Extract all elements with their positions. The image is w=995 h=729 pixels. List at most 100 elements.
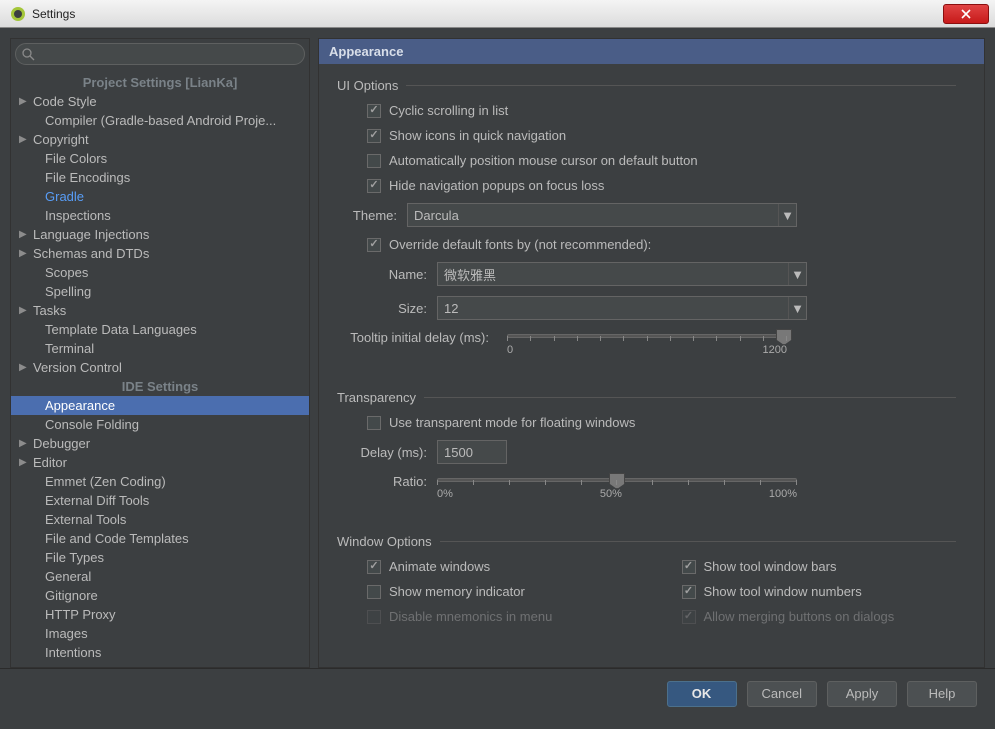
tree-item[interactable]: Console Folding	[11, 415, 309, 434]
merge-buttons-checkbox[interactable]	[682, 610, 696, 624]
tree-item[interactable]: File and Code Templates	[11, 529, 309, 548]
transparency-group: Transparency Use transparent mode for fl…	[337, 390, 956, 516]
settings-tree[interactable]: Project Settings [LianKa] ▶Code StyleCom…	[11, 69, 309, 667]
tree-item[interactable]: Spelling	[11, 282, 309, 301]
tree-item[interactable]: File Colors	[11, 149, 309, 168]
theme-label: Theme:	[337, 208, 397, 223]
tool-window-numbers-label: Show tool window numbers	[704, 584, 862, 599]
tree-item-label: File and Code Templates	[31, 531, 189, 546]
tooltip-max: 1200	[763, 344, 787, 356]
tree-item[interactable]: Scopes	[11, 263, 309, 282]
tree-item-label: Editor	[31, 455, 67, 470]
tree-item-label: Compiler (Gradle-based Android Proje...	[31, 113, 276, 128]
theme-select[interactable]: Darcula ▼	[407, 203, 797, 227]
animate-windows-checkbox[interactable]	[367, 560, 381, 574]
tooltip-min: 0	[507, 344, 513, 356]
tooltip-delay-slider[interactable]: 0 1200	[507, 330, 787, 356]
chevron-right-icon: ▶	[19, 457, 31, 468]
tree-item[interactable]: Terminal	[11, 339, 309, 358]
chevron-right-icon: ▶	[19, 438, 31, 449]
tree-item-label: Schemas and DTDs	[31, 246, 149, 261]
tree-item-label: Console Folding	[31, 417, 139, 432]
search-input[interactable]	[15, 43, 305, 65]
chevron-right-icon: ▶	[19, 96, 31, 107]
tree-item[interactable]: ▶Tasks	[11, 301, 309, 320]
override-fonts-checkbox[interactable]	[367, 238, 381, 252]
tree-item-label: Template Data Languages	[31, 322, 197, 337]
tree-item-label: External Diff Tools	[31, 493, 149, 508]
tree-item-label: Terminal	[31, 341, 94, 356]
tool-window-bars-label: Show tool window bars	[704, 559, 837, 574]
font-name-value: 微软雅黑	[444, 265, 496, 284]
tree-item[interactable]: ▶Code Style	[11, 92, 309, 111]
disable-mnemonics-checkbox[interactable]	[367, 610, 381, 624]
show-icons-label: Show icons in quick navigation	[389, 128, 566, 143]
tree-item[interactable]: Template Data Languages	[11, 320, 309, 339]
hide-popups-checkbox[interactable]	[367, 179, 381, 193]
cyclic-scrolling-checkbox[interactable]	[367, 104, 381, 118]
ok-button[interactable]: OK	[667, 681, 737, 707]
tool-window-bars-checkbox[interactable]	[682, 560, 696, 574]
tree-item[interactable]: External Diff Tools	[11, 491, 309, 510]
transparent-mode-checkbox[interactable]	[367, 416, 381, 430]
panel-body[interactable]: UI Options Cyclic scrolling in list Show…	[319, 64, 984, 667]
tree-item-label: Spelling	[31, 284, 91, 299]
memory-indicator-label: Show memory indicator	[389, 584, 525, 599]
chevron-down-icon: ▼	[788, 263, 806, 285]
chevron-down-icon: ▼	[788, 297, 806, 319]
tree-item-label: Appearance	[31, 398, 115, 413]
tree-item[interactable]: Intentions	[11, 643, 309, 662]
tree-item[interactable]: Gitignore	[11, 586, 309, 605]
tree-item[interactable]: Emmet (Zen Coding)	[11, 472, 309, 491]
tree-item[interactable]: ▶Schemas and DTDs	[11, 244, 309, 263]
app-icon	[10, 6, 26, 22]
chevron-right-icon: ▶	[19, 229, 31, 240]
ui-options-legend: UI Options	[337, 78, 406, 93]
theme-value: Darcula	[414, 208, 459, 223]
ratio-0: 0%	[437, 488, 453, 500]
tree-item-label: File Colors	[31, 151, 107, 166]
show-icons-checkbox[interactable]	[367, 129, 381, 143]
tree-item-label: Debugger	[31, 436, 90, 451]
apply-button[interactable]: Apply	[827, 681, 897, 707]
tree-item[interactable]: Images	[11, 624, 309, 643]
dialog-footer: OK Cancel Apply Help	[0, 668, 995, 718]
tree-item[interactable]: General	[11, 567, 309, 586]
tree-item[interactable]: ▶Editor	[11, 453, 309, 472]
tree-item[interactable]: HTTP Proxy	[11, 605, 309, 624]
delay-input[interactable]: 1500	[437, 440, 507, 464]
font-size-value: 12	[444, 301, 458, 316]
window-titlebar: Settings	[0, 0, 995, 28]
tool-window-numbers-checkbox[interactable]	[682, 585, 696, 599]
memory-indicator-checkbox[interactable]	[367, 585, 381, 599]
tree-item[interactable]: Appearance	[11, 396, 309, 415]
close-button[interactable]	[943, 4, 989, 24]
tree-item-label: File Encodings	[31, 170, 130, 185]
tree-item[interactable]: Inspections	[11, 206, 309, 225]
disable-mnemonics-label: Disable mnemonics in menu	[389, 609, 552, 624]
tree-item[interactable]: ▶Language Injections	[11, 225, 309, 244]
font-size-select[interactable]: 12 ▼	[437, 296, 807, 320]
tree-item[interactable]: File Encodings	[11, 168, 309, 187]
help-button[interactable]: Help	[907, 681, 977, 707]
tree-item-label: Gradle	[31, 189, 84, 204]
cancel-button[interactable]: Cancel	[747, 681, 817, 707]
ratio-50: 50%	[600, 488, 622, 500]
panel-title: Appearance	[319, 39, 984, 64]
tree-item[interactable]: ▶Debugger	[11, 434, 309, 453]
tree-item[interactable]: Gradle	[11, 187, 309, 206]
auto-mouse-checkbox[interactable]	[367, 154, 381, 168]
tree-item[interactable]: ▶Copyright	[11, 130, 309, 149]
transparent-mode-label: Use transparent mode for floating window…	[389, 415, 635, 430]
tree-item[interactable]: Compiler (Gradle-based Android Proje...	[11, 111, 309, 130]
tree-item-label: Intentions	[31, 645, 101, 660]
tree-item[interactable]: External Tools	[11, 510, 309, 529]
font-name-select[interactable]: 微软雅黑 ▼	[437, 262, 807, 286]
tooltip-delay-label: Tooltip initial delay (ms):	[337, 330, 497, 345]
ratio-slider[interactable]: 0%50%100%	[437, 474, 797, 500]
settings-sidebar: Project Settings [LianKa] ▶Code StyleCom…	[10, 38, 310, 668]
tree-item[interactable]: ▶Version Control	[11, 358, 309, 377]
tree-item[interactable]: File Types	[11, 548, 309, 567]
search-icon	[22, 48, 35, 61]
tree-item-label: Copyright	[31, 132, 89, 147]
